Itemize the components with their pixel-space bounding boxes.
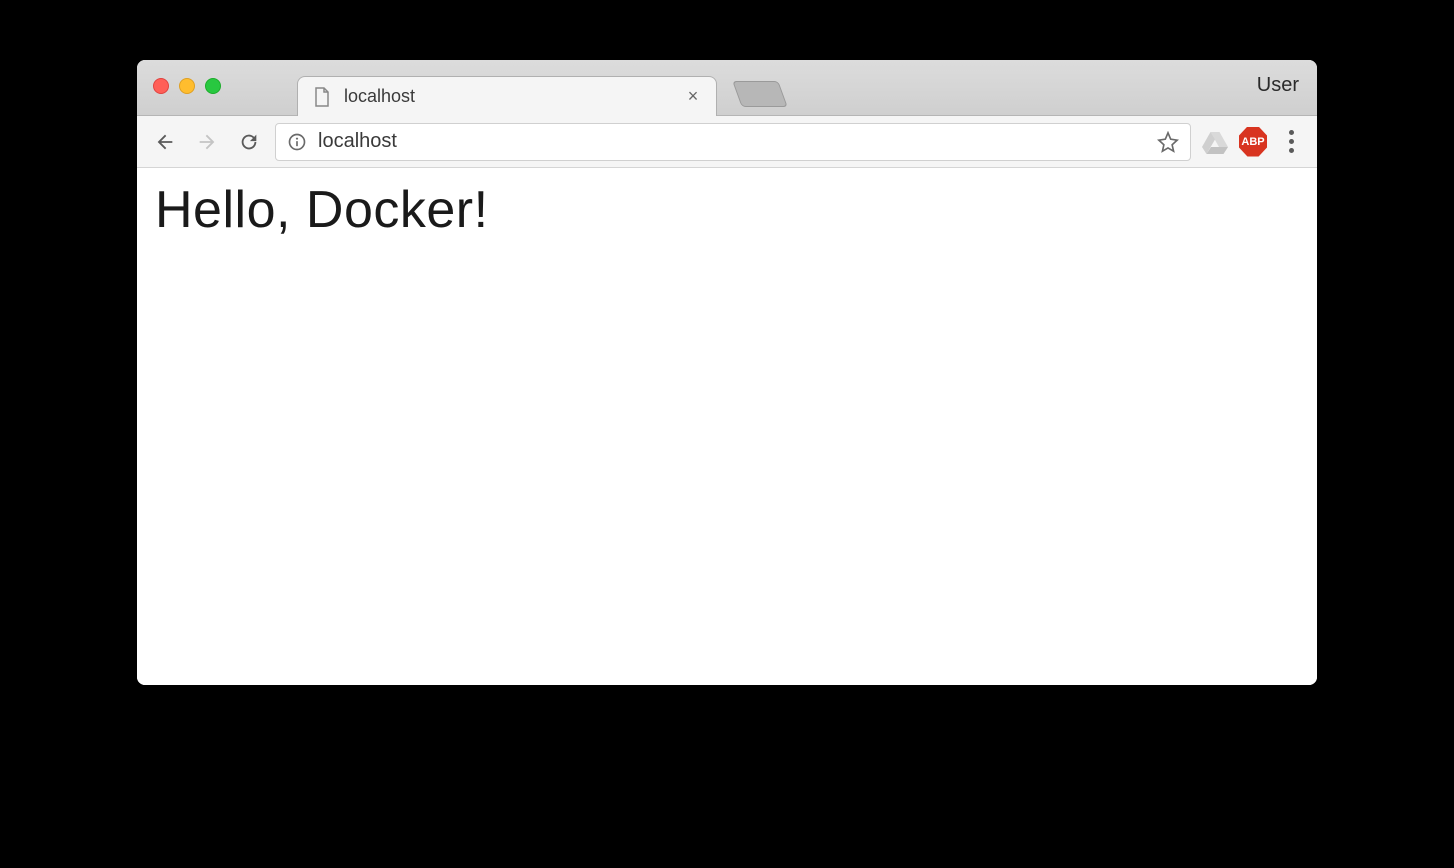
tab-bar: localhost × User (137, 60, 1317, 116)
url-input[interactable] (318, 130, 1146, 153)
abp-badge-text: ABP (1239, 127, 1267, 157)
reload-button[interactable] (233, 126, 265, 158)
browser-window: localhost × User ABP (137, 60, 1317, 685)
minimize-window-button[interactable] (179, 78, 195, 94)
maximize-window-button[interactable] (205, 78, 221, 94)
info-icon[interactable] (286, 131, 308, 153)
new-tab-button[interactable] (732, 81, 787, 107)
browser-tab[interactable]: localhost × (297, 76, 717, 116)
dot-icon (1289, 148, 1294, 153)
forward-button[interactable] (191, 126, 223, 158)
bookmark-star-icon[interactable] (1156, 130, 1180, 154)
profile-label[interactable]: User (1257, 74, 1299, 97)
page-content: Hello, Docker! (137, 168, 1317, 685)
back-button[interactable] (149, 126, 181, 158)
google-drive-icon[interactable] (1201, 128, 1229, 156)
toolbar: ABP (137, 116, 1317, 168)
close-tab-button[interactable]: × (684, 88, 702, 106)
tab-title: localhost (344, 86, 672, 107)
adblock-plus-icon[interactable]: ABP (1239, 128, 1267, 156)
file-icon (312, 87, 332, 107)
window-controls (153, 78, 221, 94)
address-bar[interactable] (275, 123, 1191, 161)
dot-icon (1289, 130, 1294, 135)
dot-icon (1289, 139, 1294, 144)
page-heading: Hello, Docker! (155, 180, 1299, 240)
kebab-menu-button[interactable] (1277, 128, 1305, 156)
close-window-button[interactable] (153, 78, 169, 94)
